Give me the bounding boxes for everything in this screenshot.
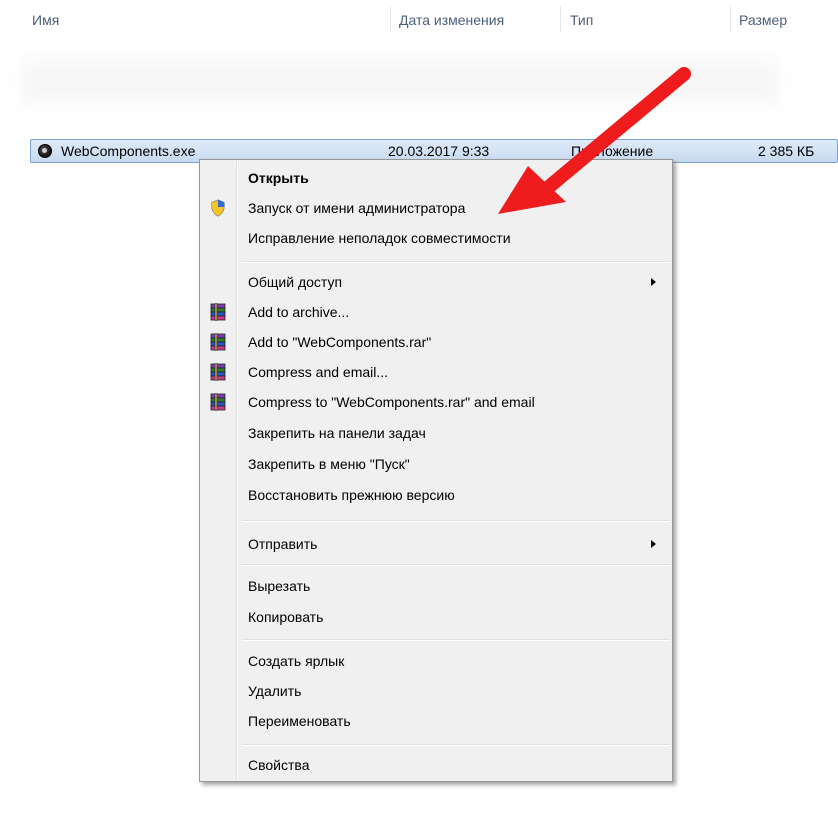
menu-item-label: Закрепить на панели задач [248, 425, 426, 441]
file-size: 2 385 КБ [758, 143, 815, 159]
menu-item-label: Создать ярлык [248, 653, 345, 669]
file-type: Приложение [571, 143, 654, 159]
menu-item-pin-start[interactable]: Закрепить в меню "Пуск" [202, 449, 670, 479]
column-type[interactable]: Тип [570, 12, 593, 28]
menu-item-compress-email[interactable]: Compress and email... [202, 357, 670, 387]
menu-item-restore-version[interactable]: Восстановить прежнюю версию [202, 480, 670, 510]
menu-item-label: Вырезать [248, 578, 311, 594]
menu-item-label: Закрепить в меню "Пуск" [248, 456, 410, 472]
menu-separator [242, 261, 670, 263]
menu-separator [242, 520, 670, 522]
menu-item-cut[interactable]: Вырезать [202, 571, 670, 601]
menu-item-label: Add to archive... [248, 304, 350, 320]
menu-item-copy[interactable]: Копировать [202, 602, 670, 632]
column-separator[interactable] [560, 6, 561, 32]
menu-item-add-archive[interactable]: Add to archive... [202, 297, 670, 327]
menu-separator [242, 744, 670, 746]
uac-shield-icon [210, 199, 226, 217]
submenu-arrow-icon [651, 278, 656, 286]
menu-item-send-to[interactable]: Отправить [202, 529, 670, 559]
menu-item-rename[interactable]: Переименовать [202, 706, 670, 736]
winrar-icon [210, 393, 226, 411]
column-separator[interactable] [390, 6, 391, 32]
menu-item-run-as-admin[interactable]: Запуск от имени администратора [202, 193, 670, 223]
menu-item-properties[interactable]: Свойства [202, 750, 670, 780]
menu-item-delete[interactable]: Удалить [202, 676, 670, 706]
column-date[interactable]: Дата изменения [399, 12, 504, 28]
submenu-arrow-icon [651, 540, 656, 548]
exe-app-icon [38, 144, 52, 158]
menu-item-label: Add to "WebComponents.rar" [248, 334, 432, 350]
menu-item-compatibility[interactable]: Исправление неполадок совместимости [202, 223, 670, 253]
menu-item-label: Отправить [248, 536, 318, 552]
menu-item-label: Удалить [248, 683, 302, 699]
menu-item-label: Compress and email... [248, 364, 389, 380]
file-name: WebComponents.exe [61, 143, 196, 159]
column-separator[interactable] [730, 6, 731, 32]
column-size[interactable]: Размер [739, 12, 787, 28]
menu-item-label: Исправление неполадок совместимости [248, 230, 511, 246]
winrar-icon [210, 303, 226, 321]
menu-item-share[interactable]: Общий доступ [202, 267, 670, 297]
menu-separator [242, 639, 670, 641]
menu-item-label: Копировать [248, 609, 324, 625]
menu-item-label: Compress to "WebComponents.rar" and emai… [248, 394, 535, 410]
blurred-area [20, 52, 780, 112]
winrar-icon [210, 363, 226, 381]
menu-item-label: Переименовать [248, 713, 351, 729]
menu-separator [242, 564, 670, 566]
menu-item-label: Восстановить прежнюю версию [248, 487, 455, 503]
file-date: 20.03.2017 9:33 [388, 143, 490, 159]
menu-item-open[interactable]: Открыть [202, 163, 670, 193]
menu-item-label: Открыть [248, 170, 309, 186]
menu-item-pin-taskbar[interactable]: Закрепить на панели задач [202, 418, 670, 448]
menu-item-label: Свойства [248, 757, 310, 773]
menu-item-label: Общий доступ [248, 274, 343, 290]
winrar-icon [210, 333, 226, 351]
menu-item-add-rar[interactable]: Add to "WebComponents.rar" [202, 327, 670, 357]
menu-item-create-shortcut[interactable]: Создать ярлык [202, 646, 670, 676]
column-header-bar: Имя Дата изменения Тип Размер [0, 0, 838, 34]
column-name[interactable]: Имя [32, 12, 59, 28]
menu-item-compress-rar-email[interactable]: Compress to "WebComponents.rar" and emai… [202, 387, 670, 417]
context-menu: Открыть Запуск от имени администратора И… [199, 159, 673, 782]
menu-item-label: Запуск от имени администратора [248, 200, 466, 216]
